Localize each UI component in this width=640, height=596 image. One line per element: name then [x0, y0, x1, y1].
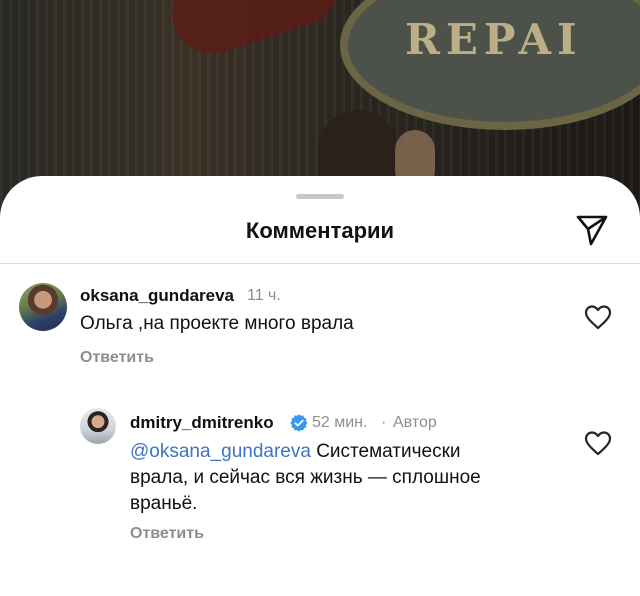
meta-separator: ·: [381, 414, 387, 431]
comment-text-line2: врала, и сейчас вся жизнь — сплошное: [130, 467, 481, 488]
avatar[interactable]: [19, 283, 67, 331]
heart-icon[interactable]: [584, 430, 612, 456]
comment-text: @oksana_gundareva Систематически: [130, 439, 550, 465]
comment-time: 52 мин.: [312, 414, 368, 431]
comment-time: 11 ч.: [247, 287, 281, 304]
reply-button[interactable]: Ответить: [80, 349, 154, 367]
header-divider: [0, 263, 640, 264]
drag-handle[interactable]: [296, 194, 344, 199]
comment-text-line1: Систематически: [310, 441, 461, 462]
sign-text: REPAI: [405, 15, 583, 64]
avatar[interactable]: [80, 408, 116, 444]
comment-username[interactable]: dmitry_dmitrenko: [130, 413, 274, 433]
comment-username[interactable]: oksana_gundareva: [80, 286, 234, 306]
reply-button[interactable]: Ответить: [130, 525, 204, 543]
sheet-title: Комментарии: [245, 218, 395, 243]
heart-icon[interactable]: [584, 304, 612, 330]
comments-sheet: Комментарии oksana_gundareva 11 ч. Ольга…: [0, 176, 640, 596]
comment-text-line3: враньё.: [130, 493, 198, 514]
verified-badge-icon: [290, 414, 308, 432]
send-icon[interactable]: [575, 213, 609, 247]
author-label: Автор: [393, 414, 437, 431]
comment-text: Ольга ,на проекте много врала: [80, 313, 354, 334]
mention-link[interactable]: @oksana_gundareva: [130, 441, 311, 462]
